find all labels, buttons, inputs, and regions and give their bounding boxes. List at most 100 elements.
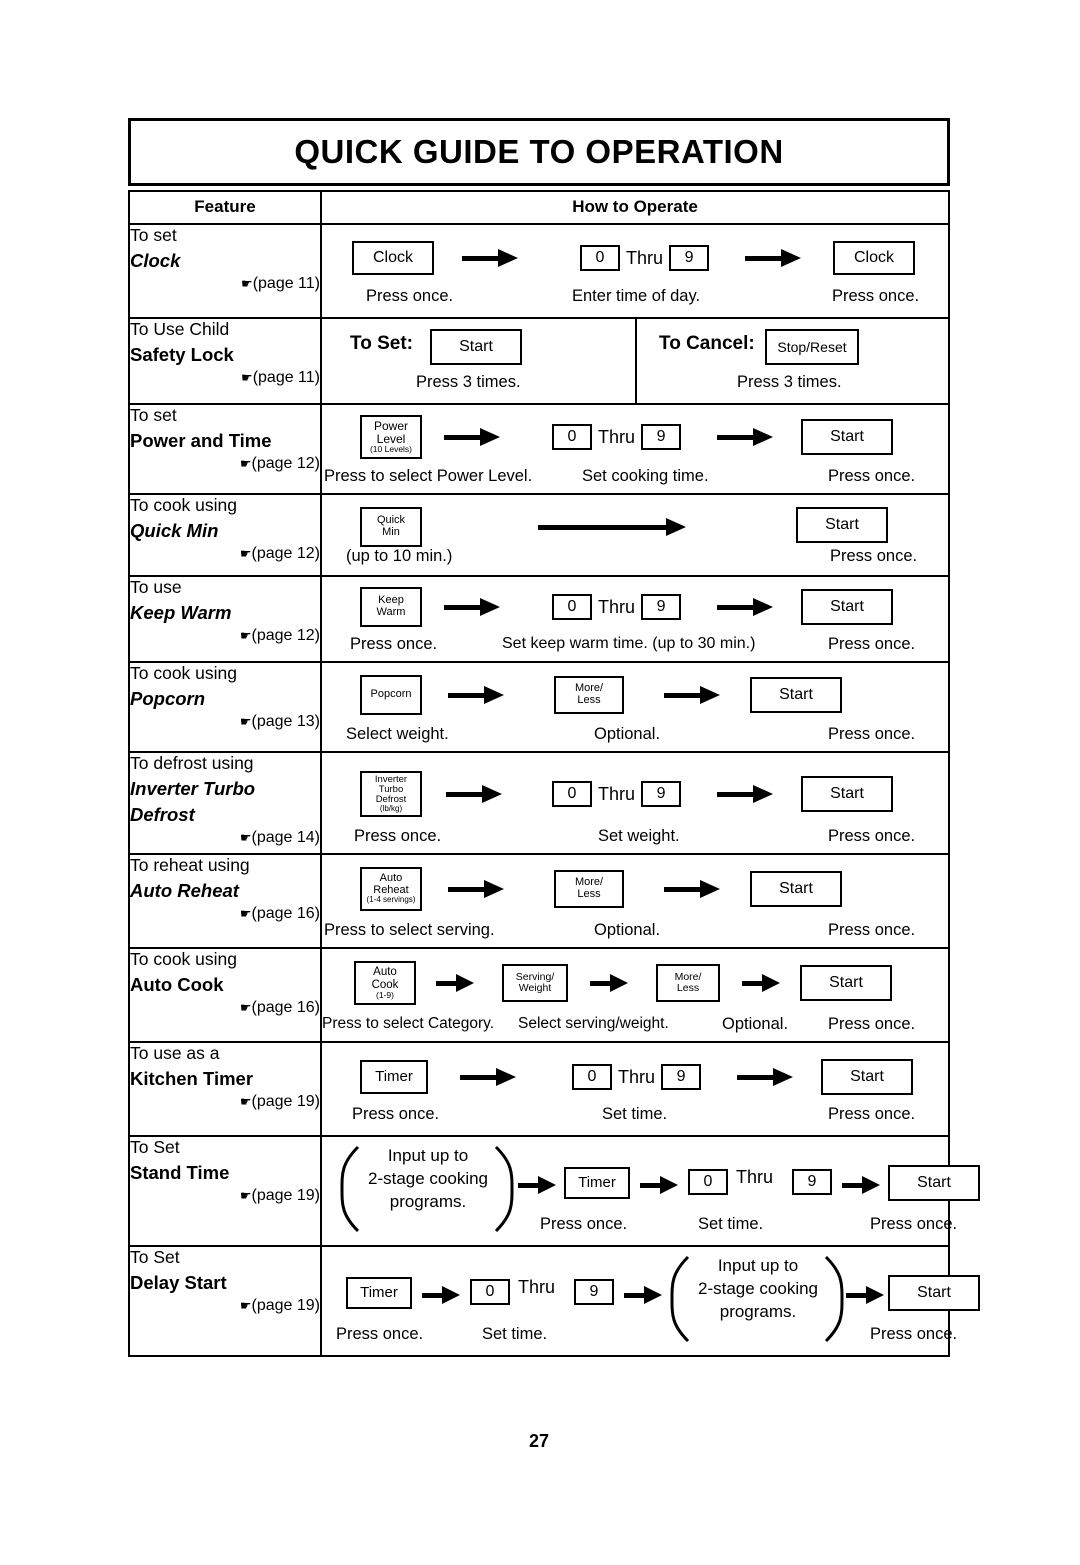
caption-optional: Optional. xyxy=(594,725,661,743)
label-to-set: To Set: xyxy=(350,333,413,354)
caption-select-serving-weight: Select serving/weight. xyxy=(518,1015,669,1032)
arrow-icon xyxy=(448,880,504,898)
caption-press-once: Press once. xyxy=(828,467,916,485)
arrow-icon xyxy=(446,785,502,803)
caption-press-once-2: Press once. xyxy=(832,287,920,305)
key-power-level[interactable]: Power Level (10 Levels) xyxy=(360,415,422,459)
feature-delay-start: To Set Delay Start ☛(page 19) xyxy=(128,1245,322,1357)
table-row: To cook using Quick Min ☛(page 12) Quick… xyxy=(128,493,950,577)
caption-optional: Optional. xyxy=(722,1015,789,1033)
caption-press-once: Press once. xyxy=(354,827,442,845)
key-zero[interactable]: 0 xyxy=(580,245,620,271)
table-row: To use Keep Warm ☛(page 12) Keep Warm 0 … xyxy=(128,575,950,663)
key-zero[interactable]: 0 xyxy=(688,1169,728,1195)
arrow-icon xyxy=(436,974,476,992)
caption-press-once-2: Press once. xyxy=(870,1215,958,1233)
key-clock-2[interactable]: Clock xyxy=(833,241,916,275)
key-start[interactable]: Start xyxy=(888,1275,980,1311)
caption-set-weight: Set weight. xyxy=(598,827,680,845)
feature-name: Quick Min xyxy=(130,519,219,541)
key-start[interactable]: Start xyxy=(821,1059,914,1095)
caption-enter-time: Enter time of day. xyxy=(572,287,701,305)
operate-keep-warm: Keep Warm 0 Thru 9 Start Press once. Set… xyxy=(320,575,950,663)
feature-line1: To set xyxy=(130,225,177,245)
key-popcorn[interactable]: Popcorn xyxy=(360,675,422,715)
key-nine[interactable]: 9 xyxy=(661,1064,702,1090)
key-zero[interactable]: 0 xyxy=(470,1279,510,1305)
key-timer[interactable]: Timer xyxy=(346,1277,412,1309)
feature-name: Power and Time xyxy=(130,429,272,451)
feature-page-ref: ☛(page 11) xyxy=(241,368,320,386)
key-nine[interactable]: 9 xyxy=(641,594,682,620)
key-zero[interactable]: 0 xyxy=(572,1064,612,1090)
feature-stand-time: To Set Stand Time ☛(page 19) xyxy=(128,1135,322,1247)
arrow-icon xyxy=(444,598,500,616)
arrow-icon xyxy=(664,880,720,898)
table-row: To use as a Kitchen Timer ☛(page 19) Tim… xyxy=(128,1041,950,1137)
arrow-icon xyxy=(462,249,518,267)
key-start[interactable]: Start xyxy=(750,871,842,907)
key-start[interactable]: Start xyxy=(801,776,894,812)
caption-press-once: Press once. xyxy=(540,1215,628,1233)
key-clock[interactable]: Clock xyxy=(352,241,434,275)
key-zero[interactable]: 0 xyxy=(552,424,592,450)
feature-auto-cook: To cook using Auto Cook ☛(page 16) xyxy=(128,947,322,1043)
key-start[interactable]: Start xyxy=(796,507,888,543)
feature-name: Popcorn xyxy=(130,687,206,709)
caption-press-select-serving: Press to select serving. xyxy=(324,921,495,939)
caption-press-once: Press once. xyxy=(828,921,916,939)
caption-press-once: Press once. xyxy=(828,1015,916,1033)
label-to-cancel: To Cancel: xyxy=(659,333,755,354)
thru-label: Thru xyxy=(598,426,636,447)
key-nine[interactable]: 9 xyxy=(574,1279,614,1305)
key-start[interactable]: Start xyxy=(430,329,522,365)
caption-set-cooking-time: Set cooking time. xyxy=(582,467,709,485)
key-zero[interactable]: 0 xyxy=(552,781,592,807)
hand-pointer-icon: ☛ xyxy=(239,456,252,472)
table-row: To cook using Popcorn ☛(page 13) Popcorn… xyxy=(128,661,950,753)
key-timer[interactable]: Timer xyxy=(564,1167,630,1199)
key-auto-reheat[interactable]: Auto Reheat (1-4 servings) xyxy=(360,867,422,911)
key-more-less[interactable]: More/ Less xyxy=(554,676,624,714)
key-zero[interactable]: 0 xyxy=(552,594,592,620)
arrow-icon xyxy=(460,1068,516,1086)
feature-line1: To Use Child xyxy=(130,319,230,339)
arrow-icon xyxy=(846,1286,886,1304)
feature-child-safety-lock: To Use Child Safety Lock ☛(page 11) xyxy=(128,317,322,405)
key-nine[interactable]: 9 xyxy=(669,245,710,271)
page-number: 27 xyxy=(528,1431,550,1451)
hand-pointer-icon: ☛ xyxy=(239,546,252,562)
key-start[interactable]: Start xyxy=(750,677,842,713)
feature-keep-warm: To use Keep Warm ☛(page 12) xyxy=(128,575,322,663)
key-keep-warm[interactable]: Keep Warm xyxy=(360,587,422,627)
arrow-icon xyxy=(422,1286,462,1304)
feature-line1: To set xyxy=(130,405,177,425)
key-quick-min[interactable]: Quick Min xyxy=(360,507,422,547)
key-start[interactable]: Start xyxy=(801,419,894,455)
key-nine[interactable]: 9 xyxy=(641,781,682,807)
feature-quick-min: To cook using Quick Min ☛(page 12) xyxy=(128,493,322,577)
key-stop-reset[interactable]: Stop/Reset xyxy=(765,329,859,365)
caption-press-once: Press once. xyxy=(336,1325,424,1343)
key-start[interactable]: Start xyxy=(800,965,892,1001)
feature-line1: To Set xyxy=(130,1137,180,1157)
key-start[interactable]: Start xyxy=(888,1165,980,1201)
key-timer[interactable]: Timer xyxy=(360,1060,428,1094)
arrow-icon xyxy=(742,974,782,992)
feature-name: Kitchen Timer xyxy=(130,1067,254,1089)
key-more-less[interactable]: More/ Less xyxy=(554,870,624,908)
key-more-less[interactable]: More/ Less xyxy=(656,964,720,1002)
caption-press-once: Press once. xyxy=(366,287,454,305)
key-nine[interactable]: 9 xyxy=(641,424,682,450)
key-serving-weight[interactable]: Serving/ Weight xyxy=(502,964,568,1002)
thru-label: Thru xyxy=(598,596,636,617)
key-inverter-turbo-defrost[interactable]: Inverter Turbo Defrost (lb/kg) xyxy=(360,771,422,817)
header-feature: Feature xyxy=(128,190,322,225)
hand-pointer-icon: ☛ xyxy=(239,1094,252,1110)
feature-name: Keep Warm xyxy=(130,601,232,623)
arrow-icon xyxy=(737,1068,794,1086)
arrow-icon xyxy=(518,1176,558,1194)
key-start[interactable]: Start xyxy=(801,589,894,625)
key-auto-cook[interactable]: Auto Cook (1-9) xyxy=(354,961,416,1005)
key-nine[interactable]: 9 xyxy=(792,1169,832,1195)
